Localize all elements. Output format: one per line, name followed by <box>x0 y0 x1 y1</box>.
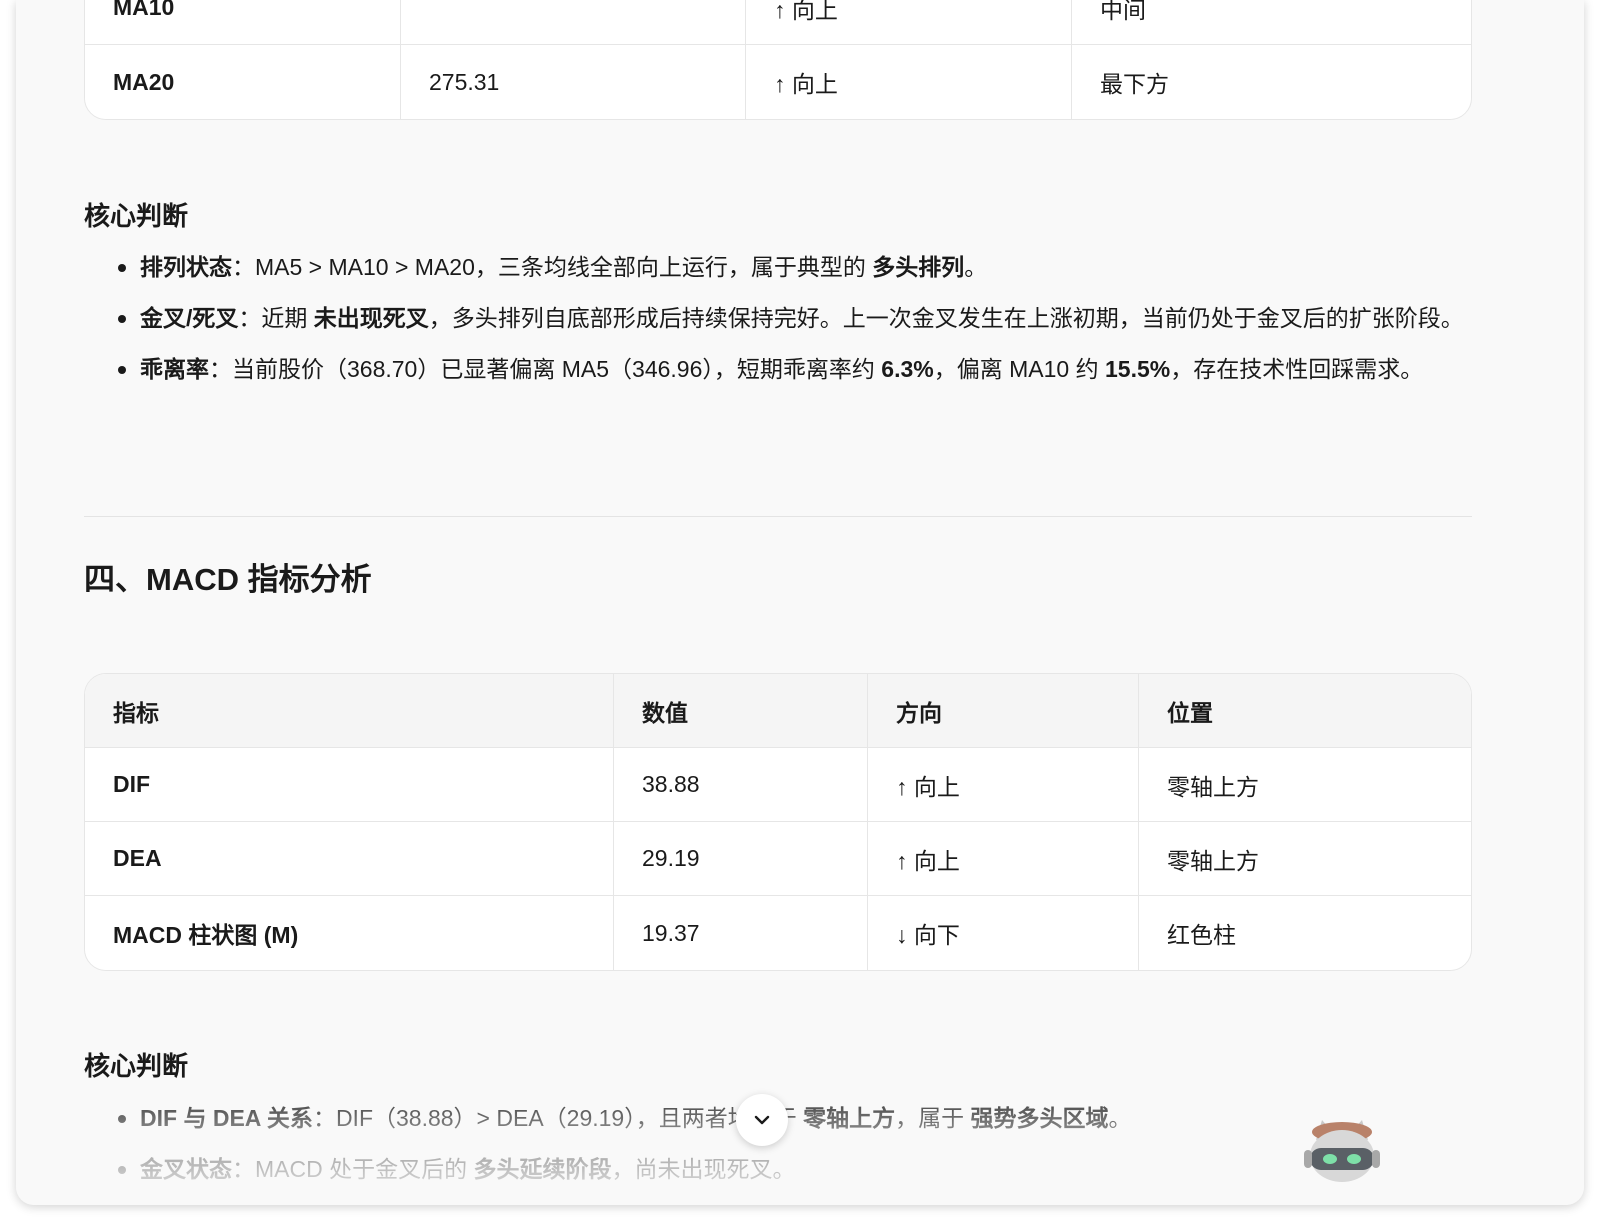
section-title: 四、MACD 指标分析 <box>84 562 372 597</box>
table-cell: DEA <box>85 822 614 896</box>
section-divider <box>84 516 1472 517</box>
macd-table: 指标 数值 方向 位置 DIF 38.88 ↑ 向上 零轴上方 DEA 29.1… <box>84 673 1472 971</box>
table-cell: MACD 柱状图 (M) <box>85 896 614 970</box>
ma-table: MA10 ↑ 向上 中间 MA20 275.31 ↑ 向上 最下方 <box>84 0 1472 120</box>
table-cell <box>401 0 746 45</box>
scroll-to-bottom-button[interactable] <box>736 1094 788 1146</box>
table-row: DIF 38.88 ↑ 向上 零轴上方 <box>85 748 1471 822</box>
table-cell: 19.37 <box>614 896 868 970</box>
list-item: 排列状态：MA5 > MA10 > MA20，三条均线全部向上运行，属于典型的 … <box>84 245 1472 289</box>
table-cell: DIF <box>85 748 614 822</box>
column-header: 指标 <box>85 674 614 748</box>
table-cell: ↑ 向上 <box>868 822 1139 896</box>
table-cell: ↑ 向上 <box>746 45 1072 119</box>
list-item: 金叉状态：MACD 处于金叉后的 多头延续阶段，尚未出现死叉。 <box>84 1147 1472 1191</box>
column-header: 位置 <box>1139 674 1471 748</box>
robot-cat-mascot-icon[interactable] <box>1292 1106 1392 1186</box>
list-item: 金叉/死叉：近期 未出现死叉，多头排列自底部形成后持续保持完好。上一次金叉发生在… <box>84 296 1472 340</box>
table-header-row: 指标 数值 方向 位置 <box>85 674 1471 748</box>
section-subheading: 核心判断 <box>84 201 189 231</box>
table-cell: MA10 <box>85 0 401 45</box>
table-cell: 中间 <box>1072 0 1471 45</box>
table-cell: 零轴上方 <box>1139 822 1471 896</box>
chat-window: MA10 ↑ 向上 中间 MA20 275.31 ↑ 向上 最下方 核心判断 排… <box>16 0 1584 1205</box>
table-cell: 29.19 <box>614 822 868 896</box>
table-cell: ↑ 向上 <box>868 748 1139 822</box>
table-row: DEA 29.19 ↑ 向上 零轴上方 <box>85 822 1471 896</box>
list-item: 乖离率：当前股价（368.70）已显著偏离 MA5（346.96），短期乖离率约… <box>84 347 1472 391</box>
table-row: MA20 275.31 ↑ 向上 最下方 <box>85 45 1471 119</box>
column-header: 数值 <box>614 674 868 748</box>
table-cell: 红色柱 <box>1167 922 1236 948</box>
table-row: MA10 ↑ 向上 中间 <box>85 0 1471 45</box>
section-subheading: 核心判断 <box>84 1051 189 1081</box>
table-cell: 零轴上方 <box>1139 748 1471 822</box>
table-cell: 最下方 <box>1100 71 1169 97</box>
chevron-down-icon <box>754 1115 770 1125</box>
table-cell: 275.31 <box>401 45 746 119</box>
ma-judgement-list: 排列状态：MA5 > MA10 > MA20，三条均线全部向上运行，属于典型的 … <box>84 245 1472 398</box>
table-cell: ↓ 向下 <box>868 896 1139 970</box>
table-cell: MA20 <box>85 45 401 119</box>
table-cell: ↑ 向上 <box>746 0 1072 45</box>
table-cell: 38.88 <box>614 748 868 822</box>
table-row: MACD 柱状图 (M) 19.37 ↓ 向下 红色柱 <box>85 896 1471 970</box>
column-header: 方向 <box>868 674 1139 748</box>
